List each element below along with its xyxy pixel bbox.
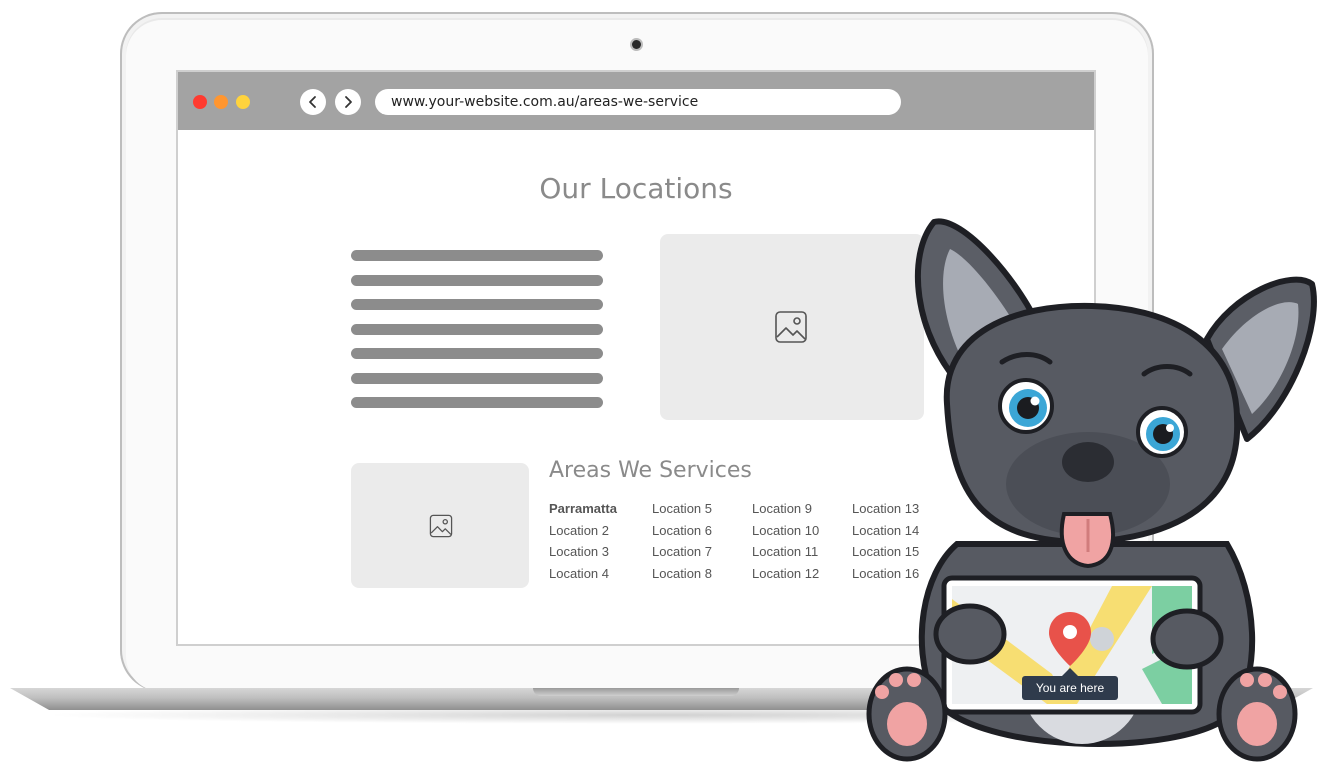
chevron-right-icon bbox=[345, 96, 352, 108]
nose bbox=[1062, 442, 1114, 482]
text-placeholder-line bbox=[351, 348, 603, 359]
image-icon bbox=[775, 311, 807, 343]
text-placeholder-line bbox=[351, 274, 603, 286]
image-placeholder-bottom bbox=[351, 463, 529, 588]
browser-toolbar: www.your-website.com.au/areas-we-service bbox=[178, 72, 1094, 130]
back-button[interactable] bbox=[300, 89, 326, 115]
right-eye bbox=[1136, 406, 1188, 458]
location-link[interactable]: Location 9 bbox=[752, 500, 852, 518]
forward-button[interactable] bbox=[335, 89, 361, 115]
bulldog-mascot-illustration: You are here bbox=[866, 218, 1317, 762]
location-link[interactable]: Location 5 bbox=[652, 500, 752, 518]
minimize-window-button[interactable] bbox=[214, 95, 228, 109]
location-link[interactable]: Location 12 bbox=[752, 565, 852, 583]
location-link[interactable]: Parramatta bbox=[549, 500, 652, 518]
text-placeholder-line bbox=[351, 397, 603, 408]
text-placeholder-line bbox=[351, 299, 603, 310]
close-window-button[interactable] bbox=[193, 95, 207, 109]
maximize-window-button[interactable] bbox=[236, 95, 250, 109]
camera-icon bbox=[632, 40, 641, 49]
location-link[interactable]: Location 11 bbox=[752, 543, 852, 561]
image-icon bbox=[429, 514, 453, 538]
chevron-left-icon bbox=[309, 96, 316, 108]
location-link[interactable]: Location 8 bbox=[652, 565, 752, 583]
address-bar[interactable]: www.your-website.com.au/areas-we-service bbox=[375, 89, 901, 115]
page-title: Our Locations bbox=[539, 172, 733, 205]
location-link[interactable]: Location 6 bbox=[652, 522, 752, 540]
left-eye bbox=[998, 378, 1054, 434]
text-placeholder-line bbox=[351, 250, 603, 261]
location-link[interactable]: Location 2 bbox=[549, 522, 652, 540]
location-link[interactable]: Location 10 bbox=[752, 522, 852, 540]
text-placeholder-line bbox=[351, 372, 603, 384]
laptop-notch bbox=[533, 688, 739, 696]
text-placeholder-line bbox=[351, 323, 603, 335]
text-placeholder-block bbox=[351, 250, 603, 422]
you-are-here-label: You are here bbox=[1036, 681, 1105, 695]
location-link[interactable]: Location 3 bbox=[549, 543, 652, 561]
url-text: www.your-website.com.au/areas-we-service bbox=[391, 94, 699, 110]
areas-heading: Areas We Services bbox=[549, 458, 752, 483]
location-link[interactable]: Location 7 bbox=[652, 543, 752, 561]
location-link[interactable]: Location 4 bbox=[549, 565, 652, 583]
